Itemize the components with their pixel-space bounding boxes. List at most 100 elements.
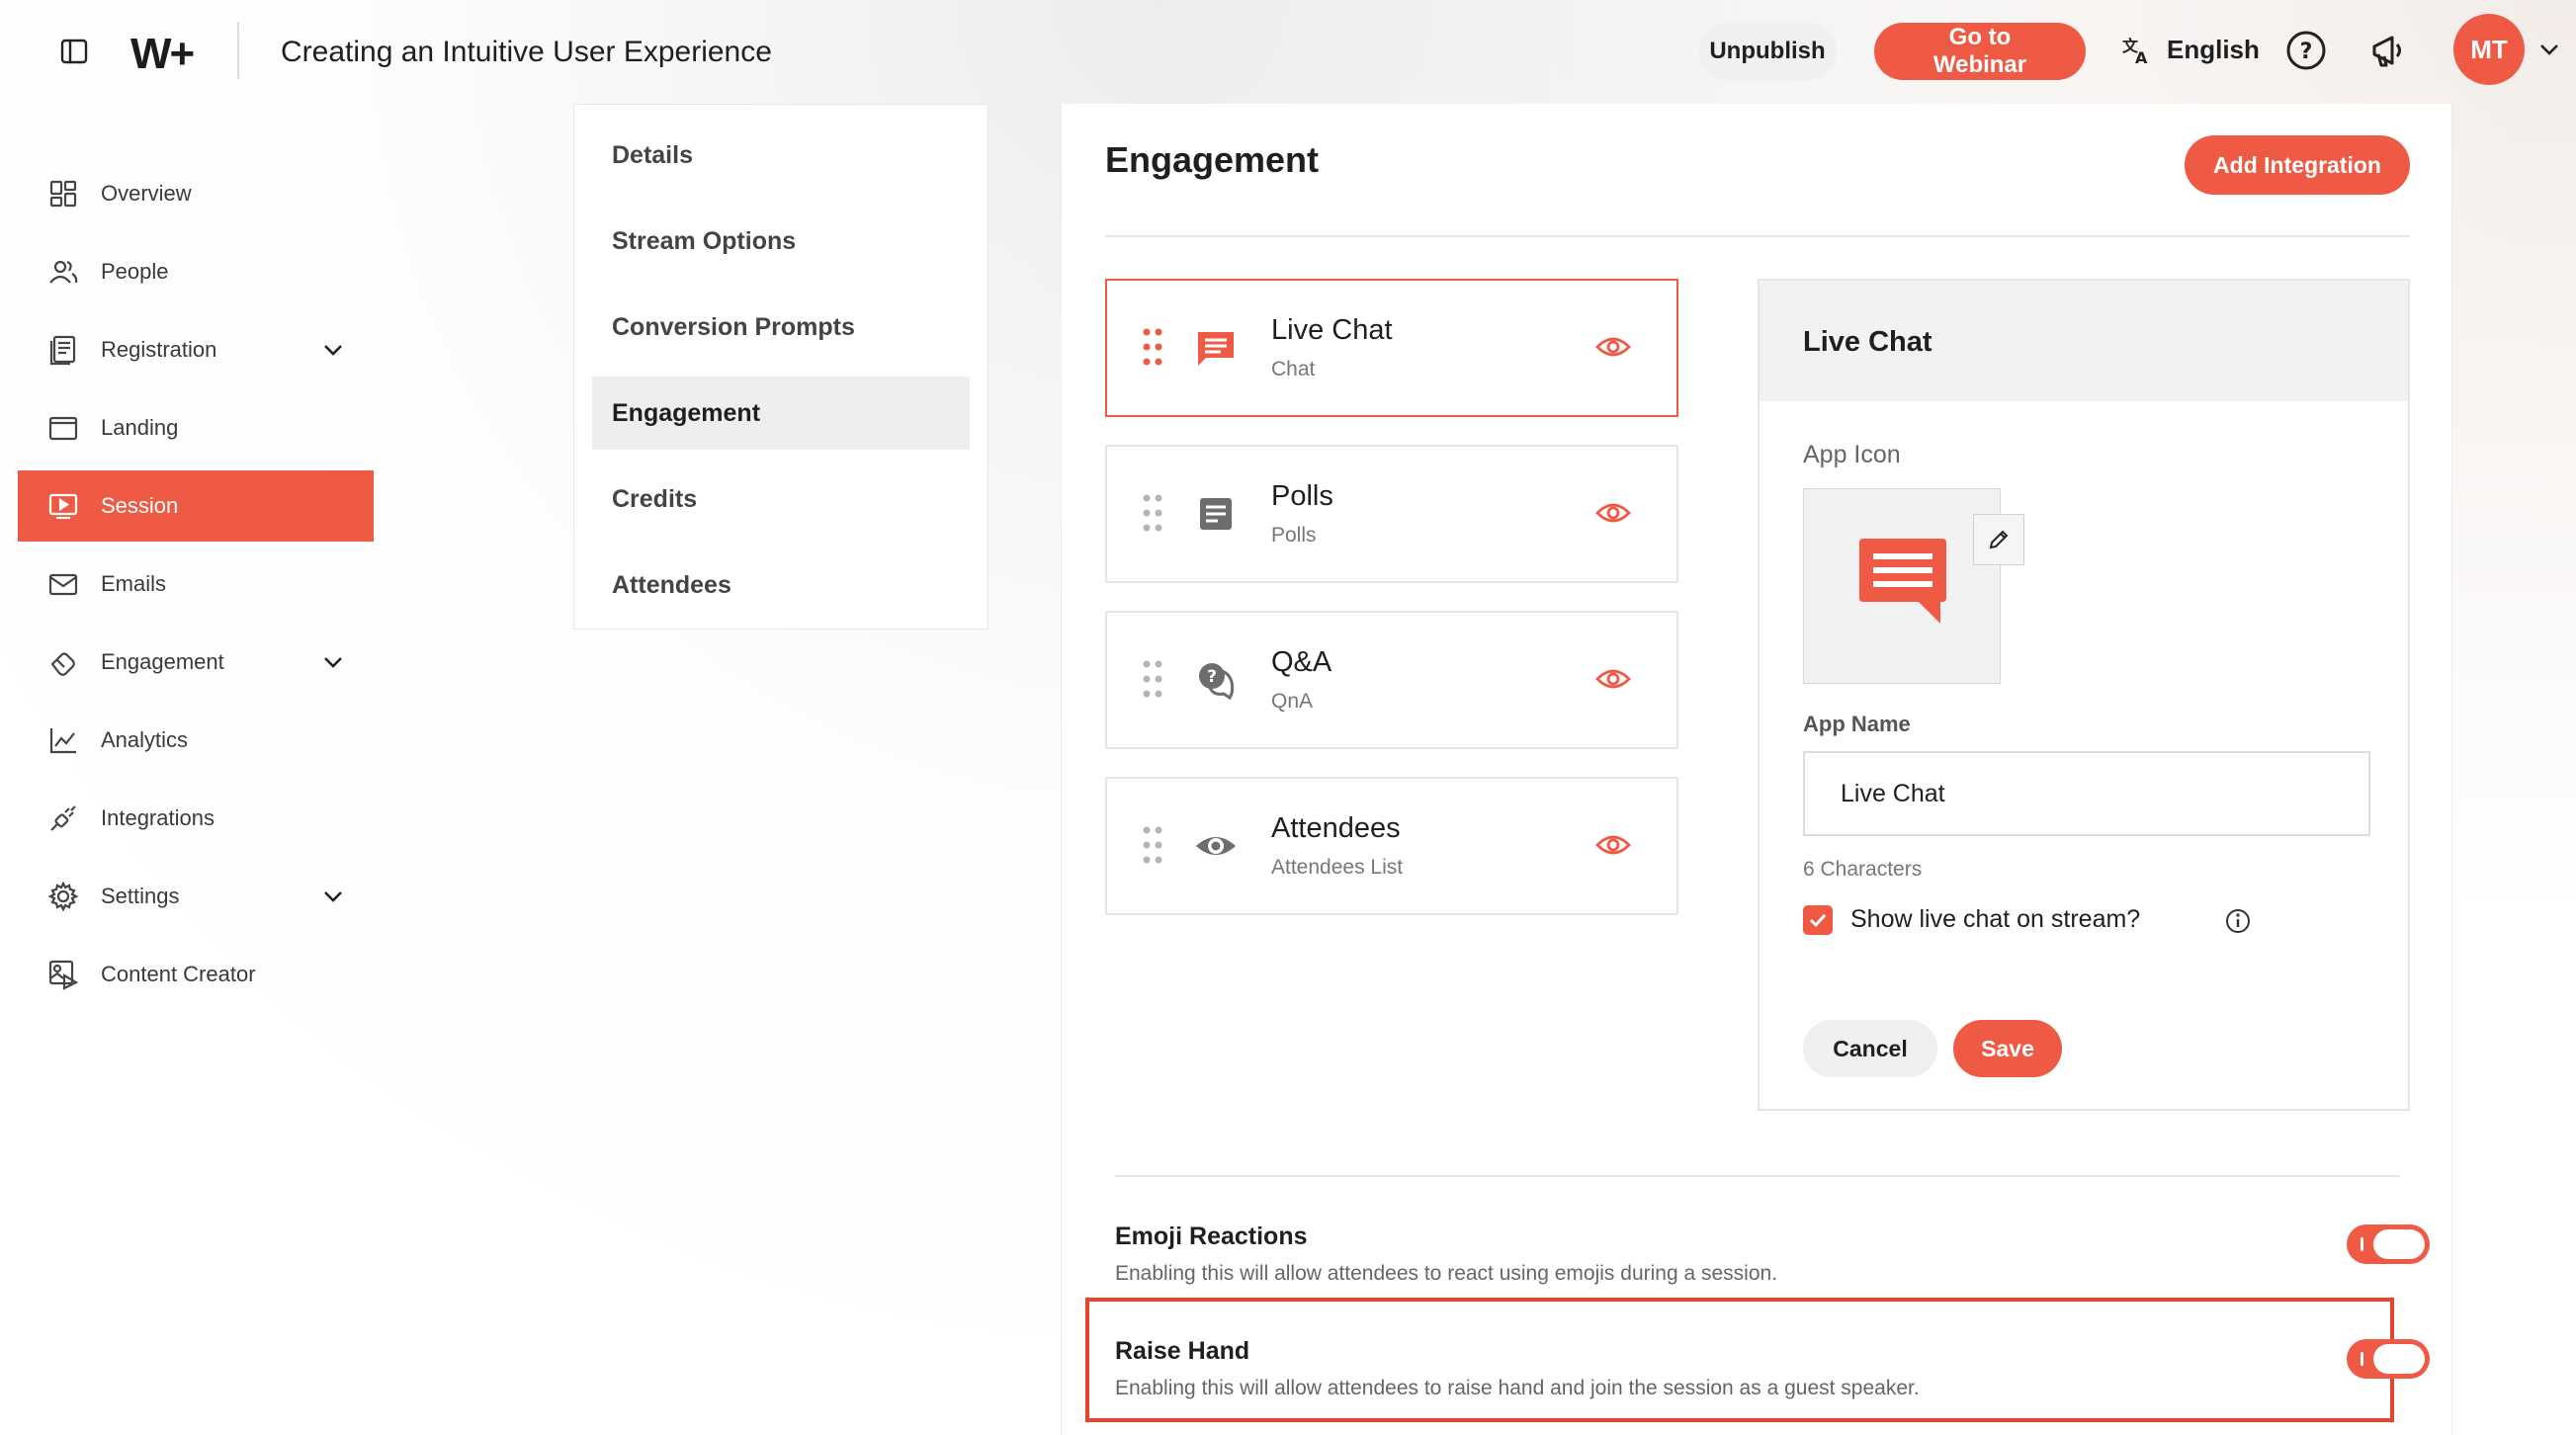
help-icon[interactable]: ? <box>2285 30 2327 71</box>
show-on-stream-checkbox[interactable] <box>1803 905 1833 935</box>
nav-item-registration[interactable]: Registration <box>18 314 374 385</box>
nav-item-integrations[interactable]: Integrations <box>18 783 374 854</box>
avatar[interactable]: MT <box>2453 14 2525 85</box>
drag-handle-icon[interactable] <box>1143 826 1162 864</box>
cancel-button[interactable]: Cancel <box>1803 1020 1937 1077</box>
app-card-polls[interactable]: Polls Polls <box>1105 445 1678 583</box>
edit-icon-button[interactable] <box>1973 514 2024 565</box>
chevron-down-icon[interactable] <box>2538 42 2560 57</box>
nav-label: Analytics <box>101 727 189 752</box>
eye-icon[interactable] <box>1595 830 1631 860</box>
app-detail-panel: Live Chat App Icon App Name 6 Characters… <box>1758 279 2410 1111</box>
media-icon <box>48 960 79 990</box>
info-icon[interactable] <box>2224 907 2252 935</box>
emoji-reactions-setting: Emoji Reactions Enabling this will allow… <box>1115 1223 2430 1302</box>
nav-item-analytics[interactable]: Analytics <box>18 705 374 776</box>
submenu-item-details[interactable]: Details <box>592 119 970 192</box>
question-bubble-icon: ? <box>1199 663 1235 701</box>
app-card-live-chat[interactable]: Live Chat Chat <box>1105 279 1678 417</box>
language-selector[interactable]: 文 A English <box>2121 34 2260 66</box>
unpublish-button[interactable]: Unpublish <box>1698 23 1837 80</box>
chevron-down-icon[interactable] <box>322 886 344 906</box>
section-title: Engagement <box>1105 139 1320 180</box>
megaphone-icon[interactable] <box>2368 30 2410 71</box>
go-to-webinar-button[interactable]: Go to Webinar <box>1874 23 2086 80</box>
nav-label: Session <box>101 493 179 518</box>
nav-label: Registration <box>101 337 217 362</box>
line-chart-icon <box>49 728 76 754</box>
people-icon <box>49 260 78 284</box>
app-subtitle: QnA <box>1271 690 1314 713</box>
header-divider <box>237 22 239 79</box>
app-title: Polls <box>1271 480 1333 512</box>
app-subtitle: Chat <box>1271 358 1316 380</box>
play-screen-icon <box>48 493 78 520</box>
chat-icon <box>1859 539 1946 624</box>
emoji-reactions-toggle[interactable] <box>2347 1224 2430 1264</box>
plug-icon <box>50 805 76 831</box>
divider <box>1105 235 2410 237</box>
logo[interactable]: W+ <box>130 30 195 79</box>
eye-filled-icon <box>1196 837 1236 855</box>
show-on-stream-label: Show live chat on stream? <box>1850 905 2141 933</box>
sidebar-toggle-icon[interactable] <box>59 37 89 66</box>
chevron-down-icon[interactable] <box>322 652 344 672</box>
setting-description: Enabling this will allow attendees to ra… <box>1115 1377 1920 1399</box>
nav-label: Content Creator <box>101 962 256 986</box>
nav-item-overview[interactable]: Overview <box>18 158 374 229</box>
nav-label: Engagement <box>101 649 224 674</box>
add-integration-button[interactable]: Add Integration <box>2185 135 2410 195</box>
nav-item-landing[interactable]: Landing <box>18 392 374 464</box>
eye-icon[interactable] <box>1595 664 1631 694</box>
app-name-label: App Name <box>1803 712 1911 736</box>
setting-title: Emoji Reactions <box>1115 1223 1308 1250</box>
app-icon-label: App Icon <box>1803 441 1901 468</box>
raise-hand-toggle[interactable] <box>2347 1339 2430 1379</box>
app-subtitle: Attendees List <box>1271 856 1404 879</box>
detail-title: Live Chat <box>1760 281 2408 401</box>
save-button[interactable]: Save <box>1953 1020 2062 1077</box>
drag-handle-icon[interactable] <box>1143 328 1162 366</box>
app-name-input[interactable] <box>1803 751 2370 836</box>
nav-label: Overview <box>101 181 192 206</box>
nav-label: Emails <box>101 571 167 596</box>
app-card-attendees[interactable]: Attendees Attendees List <box>1105 777 1678 915</box>
nav-item-settings[interactable]: Settings <box>18 861 374 932</box>
grid-icon <box>49 180 77 208</box>
app-title: Live Chat <box>1271 314 1393 346</box>
nav-label: People <box>101 259 169 284</box>
nav-item-emails[interactable]: Emails <box>18 549 374 620</box>
pencil-icon <box>1989 530 2009 549</box>
chevron-down-icon[interactable] <box>322 340 344 360</box>
nav-label: Settings <box>101 884 180 908</box>
envelope-icon <box>48 573 78 596</box>
hand-icon <box>50 652 75 676</box>
submenu-item-stream-options[interactable]: Stream Options <box>592 205 970 278</box>
nav-item-people[interactable]: People <box>18 236 374 307</box>
app-card-qa[interactable]: ? Q&A QnA <box>1105 611 1678 749</box>
nav-label: Integrations <box>101 805 215 830</box>
app-title: Attendees <box>1271 812 1401 844</box>
submenu-item-engagement[interactable]: Engagement <box>592 377 970 450</box>
drag-handle-icon[interactable] <box>1143 494 1162 532</box>
page-title: Creating an Intuitive User Experience <box>281 36 772 68</box>
divider <box>1115 1175 2400 1177</box>
character-count: 6 Characters <box>1803 858 1923 881</box>
submenu-item-conversion-prompts[interactable]: Conversion Prompts <box>592 291 970 364</box>
chat-icon <box>1198 332 1234 366</box>
nav-item-engagement[interactable]: Engagement <box>18 627 374 698</box>
svg-text:?: ? <box>1207 667 1217 687</box>
app-subtitle: Polls <box>1271 524 1317 547</box>
submenu-item-attendees[interactable]: Attendees <box>592 549 970 622</box>
submenu-item-credits[interactable]: Credits <box>592 463 970 536</box>
eye-icon[interactable] <box>1595 332 1631 362</box>
nav-item-session[interactable]: Session <box>18 470 374 542</box>
app-title: Q&A <box>1271 646 1332 678</box>
form-icon <box>49 335 76 366</box>
svg-text:A: A <box>2135 48 2148 65</box>
poll-icon <box>1200 498 1232 530</box>
nav-item-content-creator[interactable]: Content Creator <box>18 939 374 1010</box>
drag-handle-icon[interactable] <box>1143 660 1162 698</box>
svg-text:?: ? <box>2300 40 2313 64</box>
eye-icon[interactable] <box>1595 498 1631 528</box>
